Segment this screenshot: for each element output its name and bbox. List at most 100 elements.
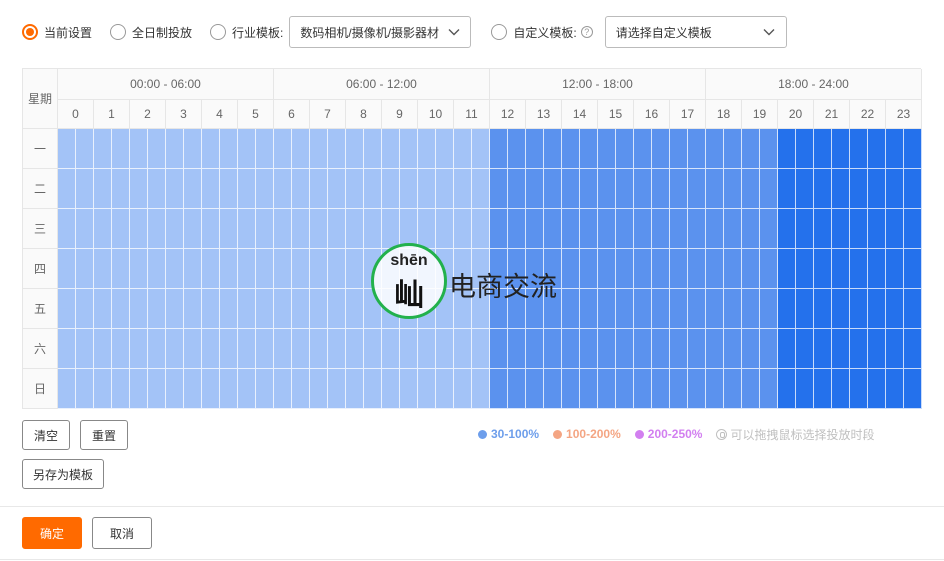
time-slot-cell[interactable] bbox=[184, 169, 202, 209]
time-slot-cell[interactable] bbox=[850, 369, 868, 409]
time-slot-cell[interactable] bbox=[742, 209, 760, 249]
time-slot-cell[interactable] bbox=[148, 129, 166, 169]
time-slot-cell[interactable] bbox=[850, 129, 868, 169]
time-slot-cell[interactable] bbox=[364, 329, 382, 369]
time-slot-cell[interactable] bbox=[652, 289, 670, 329]
time-slot-cell[interactable] bbox=[616, 369, 634, 409]
time-slot-cell[interactable] bbox=[778, 369, 796, 409]
time-slot-cell[interactable] bbox=[166, 249, 184, 289]
time-slot-cell[interactable] bbox=[148, 249, 166, 289]
time-slot-cell[interactable] bbox=[634, 329, 652, 369]
time-slot-cell[interactable] bbox=[724, 369, 742, 409]
time-slot-cell[interactable] bbox=[616, 249, 634, 289]
time-slot-cell[interactable] bbox=[634, 129, 652, 169]
time-slot-cell[interactable] bbox=[418, 129, 436, 169]
time-slot-cell[interactable] bbox=[904, 289, 922, 329]
time-slot-cell[interactable] bbox=[598, 369, 616, 409]
time-slot-cell[interactable] bbox=[886, 369, 904, 409]
time-slot-cell[interactable] bbox=[166, 329, 184, 369]
time-slot-cell[interactable] bbox=[454, 369, 472, 409]
time-slot-cell[interactable] bbox=[580, 129, 598, 169]
time-slot-cell[interactable] bbox=[688, 169, 706, 209]
time-slot-cell[interactable] bbox=[202, 289, 220, 329]
time-slot-cell[interactable] bbox=[562, 169, 580, 209]
time-slot-cell[interactable] bbox=[256, 329, 274, 369]
time-slot-cell[interactable] bbox=[130, 289, 148, 329]
time-slot-cell[interactable] bbox=[418, 329, 436, 369]
time-slot-cell[interactable] bbox=[886, 169, 904, 209]
time-slot-cell[interactable] bbox=[292, 209, 310, 249]
time-slot-cell[interactable] bbox=[202, 249, 220, 289]
reset-button[interactable]: 重置 bbox=[80, 420, 128, 450]
time-slot-cell[interactable] bbox=[616, 329, 634, 369]
time-slot-cell[interactable] bbox=[328, 169, 346, 209]
time-slot-cell[interactable] bbox=[868, 329, 886, 369]
time-slot-cell[interactable] bbox=[238, 249, 256, 289]
time-slot-cell[interactable] bbox=[868, 289, 886, 329]
time-slot-cell[interactable] bbox=[148, 169, 166, 209]
time-slot-cell[interactable] bbox=[292, 329, 310, 369]
time-slot-cell[interactable] bbox=[760, 289, 778, 329]
time-slot-cell[interactable] bbox=[112, 249, 130, 289]
time-slot-cell[interactable] bbox=[814, 289, 832, 329]
time-slot-cell[interactable] bbox=[256, 209, 274, 249]
time-slot-cell[interactable] bbox=[670, 209, 688, 249]
time-slot-cell[interactable] bbox=[436, 129, 454, 169]
time-slot-cell[interactable] bbox=[850, 169, 868, 209]
time-slot-cell[interactable] bbox=[814, 169, 832, 209]
time-slot-cell[interactable] bbox=[706, 369, 724, 409]
time-slot-cell[interactable] bbox=[886, 249, 904, 289]
time-slot-cell[interactable] bbox=[724, 209, 742, 249]
time-slot-cell[interactable] bbox=[184, 369, 202, 409]
time-slot-cell[interactable] bbox=[688, 329, 706, 369]
time-slot-cell[interactable] bbox=[832, 329, 850, 369]
time-slot-cell[interactable] bbox=[688, 129, 706, 169]
time-slot-cell[interactable] bbox=[238, 129, 256, 169]
time-slot-cell[interactable] bbox=[130, 169, 148, 209]
time-slot-cell[interactable] bbox=[724, 249, 742, 289]
time-slot-cell[interactable] bbox=[76, 249, 94, 289]
time-slot-cell[interactable] bbox=[274, 329, 292, 369]
time-slot-cell[interactable] bbox=[346, 169, 364, 209]
time-slot-cell[interactable] bbox=[706, 169, 724, 209]
time-slot-cell[interactable] bbox=[166, 289, 184, 329]
time-slot-cell[interactable] bbox=[346, 209, 364, 249]
time-slot-cell[interactable] bbox=[508, 369, 526, 409]
time-slot-cell[interactable] bbox=[850, 249, 868, 289]
time-slot-cell[interactable] bbox=[58, 329, 76, 369]
time-slot-cell[interactable] bbox=[832, 209, 850, 249]
time-slot-cell[interactable] bbox=[598, 169, 616, 209]
time-slot-cell[interactable] bbox=[400, 329, 418, 369]
time-slot-cell[interactable] bbox=[364, 169, 382, 209]
time-slot-cell[interactable] bbox=[688, 249, 706, 289]
time-slot-cell[interactable] bbox=[814, 329, 832, 369]
time-slot-cell[interactable] bbox=[670, 249, 688, 289]
time-slot-cell[interactable] bbox=[706, 329, 724, 369]
time-slot-cell[interactable] bbox=[652, 249, 670, 289]
time-slot-cell[interactable] bbox=[76, 129, 94, 169]
time-slot-cell[interactable] bbox=[328, 249, 346, 289]
time-slot-cell[interactable] bbox=[148, 289, 166, 329]
time-slot-cell[interactable] bbox=[580, 329, 598, 369]
time-slot-cell[interactable] bbox=[310, 369, 328, 409]
time-slot-cell[interactable] bbox=[688, 369, 706, 409]
time-slot-cell[interactable] bbox=[652, 129, 670, 169]
time-slot-cell[interactable] bbox=[634, 169, 652, 209]
time-slot-cell[interactable] bbox=[796, 369, 814, 409]
time-slot-cell[interactable] bbox=[850, 209, 868, 249]
time-slot-cell[interactable] bbox=[634, 249, 652, 289]
time-slot-cell[interactable] bbox=[706, 289, 724, 329]
time-slot-cell[interactable] bbox=[796, 169, 814, 209]
time-slot-cell[interactable] bbox=[418, 169, 436, 209]
time-slot-cell[interactable] bbox=[58, 209, 76, 249]
time-slot-cell[interactable] bbox=[310, 249, 328, 289]
time-slot-cell[interactable] bbox=[256, 249, 274, 289]
time-slot-cell[interactable] bbox=[778, 169, 796, 209]
time-slot-cell[interactable] bbox=[76, 369, 94, 409]
time-slot-cell[interactable] bbox=[544, 329, 562, 369]
radio-current-setting[interactable]: 当前设置 bbox=[22, 16, 92, 48]
time-slot-cell[interactable] bbox=[94, 369, 112, 409]
time-slot-cell[interactable] bbox=[760, 209, 778, 249]
time-slot-cell[interactable] bbox=[562, 329, 580, 369]
time-slot-cell[interactable] bbox=[490, 369, 508, 409]
